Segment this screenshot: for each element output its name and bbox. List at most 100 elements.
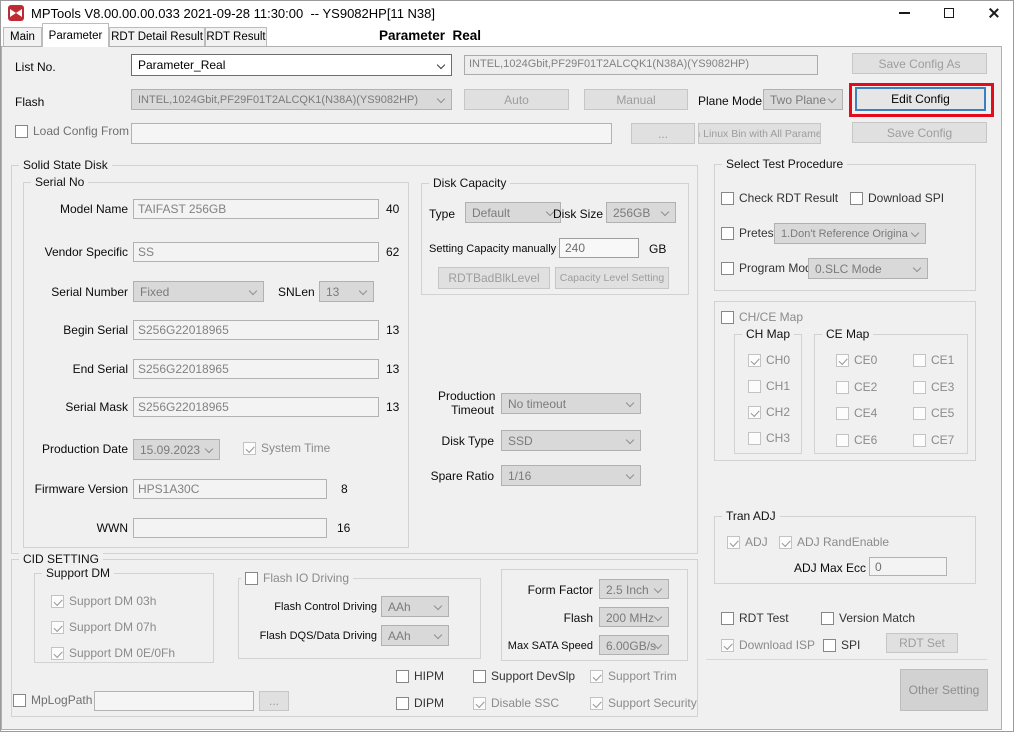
form-factor-value: 2.5 Inch	[606, 583, 649, 597]
list-no-label: List No.	[15, 60, 56, 74]
chevron-down-icon	[248, 286, 258, 296]
chevron-down-icon	[358, 286, 368, 296]
tab-rdt-result[interactable]: RDT Result	[205, 27, 267, 46]
app-logo-icon	[8, 5, 24, 21]
flash-control-driving-value: AAh	[388, 600, 411, 614]
flash-io-driving-checkbox[interactable]: Flash IO Driving	[241, 571, 354, 585]
capacity-type-value: Default	[472, 206, 511, 220]
checkbox-box	[748, 432, 761, 445]
disk-type-value: SSD	[508, 434, 533, 448]
ch0-checkbox: CH0	[748, 353, 790, 367]
capacity-level-setting-button: Capacity Level Setting	[555, 267, 669, 289]
production-date-value: 15.09.2023	[140, 443, 201, 457]
load-config-from-checkbox[interactable]: Load Config From	[15, 124, 129, 138]
begin-serial-length: 13	[386, 323, 400, 337]
maximize-button[interactable]	[933, 1, 965, 25]
setting-capacity-label: Setting Capacity manually	[429, 243, 557, 255]
flash-info-field: INTEL,1024Gbit,PF29F01T2ALCQK1(N38A)(YS9…	[464, 55, 818, 75]
ch1-checkbox: CH1	[748, 379, 790, 393]
disable-ssc-checkbox: Disable SSC	[473, 696, 559, 710]
tab-rdt-detail-result[interactable]: RDT Detail Result	[109, 27, 205, 46]
disk-size-select: 256GB	[606, 202, 676, 223]
rdt-badblklevel-button: RDTBadBlkLevel	[438, 267, 550, 289]
production-date-label: Production Date	[41, 442, 128, 456]
chevron-down-icon	[653, 612, 663, 622]
check-rdt-result-checkbox[interactable]: Check RDT Result	[721, 191, 838, 205]
serial-mask-length: 13	[386, 400, 400, 414]
capacity-unit-label: GB	[649, 242, 667, 256]
ce4-checkbox: CE4	[836, 406, 877, 420]
chevron-down-icon	[910, 228, 920, 238]
ce7-checkbox: CE7	[913, 433, 954, 447]
support-dm-07h-checkbox: Support DM 07h	[51, 620, 156, 634]
checkbox-box	[836, 407, 849, 420]
rdt-test-checkbox[interactable]: RDT Test	[721, 611, 789, 625]
spare-ratio-label: Spare Ratio	[430, 469, 494, 483]
manual-button: Manual	[584, 89, 688, 110]
mptools-window: MPTools V8.00.00.00.033 2021-09-28 11:30…	[0, 0, 1014, 732]
checkbox-box	[15, 125, 28, 138]
capacity-manual-input[interactable]: 240	[559, 238, 639, 258]
form-factor-select: 2.5 Inch	[599, 579, 669, 599]
chevron-down-icon	[912, 263, 922, 273]
disk-type-label: Disk Type	[441, 434, 494, 448]
checkbox-box	[51, 621, 64, 634]
capacity-type-label: Type	[429, 207, 456, 221]
tab-main[interactable]: Main	[3, 27, 42, 46]
support-dm-0e0fh-checkbox: Support DM 0E/0Fh	[51, 646, 175, 660]
pretest-value: 1.Don't Reference Origina	[781, 228, 908, 240]
load-config-path-field	[131, 123, 612, 144]
flash-control-driving-select: AAh	[381, 596, 449, 617]
chevron-down-icon	[827, 94, 837, 104]
linux-bin-button: n Linux Bin with All Paramet	[698, 123, 821, 144]
program-mode-value: 0.SLC Mode	[815, 262, 882, 276]
ch-ce-map-checkbox[interactable]: CH/CE Map	[721, 310, 803, 324]
flash-frequency-value: 200 MHz	[606, 611, 655, 625]
flash-frequency-select: 200 MHz	[599, 607, 669, 627]
capacity-type-select: Default	[465, 202, 561, 223]
list-no-select[interactable]: Parameter_Real	[131, 54, 452, 76]
checkbox-box	[748, 354, 761, 367]
cid-setting-caption: CID SETTING	[19, 552, 104, 566]
maximize-icon	[944, 8, 954, 18]
support-dm-caption: Support DM	[42, 566, 115, 580]
checkbox-box	[721, 639, 734, 652]
serial-mask-label: Serial Mask	[65, 400, 128, 414]
checkbox-box	[823, 639, 836, 652]
dipm-checkbox[interactable]: DIPM	[396, 696, 444, 710]
adj-max-ecc-label: ADJ Max Ecc	[794, 561, 867, 575]
pretest-select: 1.Don't Reference Origina	[774, 223, 926, 244]
hipm-checkbox[interactable]: HIPM	[396, 669, 444, 683]
mplogpath-checkbox[interactable]: MpLogPath	[13, 693, 92, 707]
checkbox-box	[721, 311, 734, 324]
chevron-down-icon	[436, 94, 446, 104]
production-timeout-value: No timeout	[508, 397, 567, 411]
tab-parameter[interactable]: Parameter	[42, 23, 109, 47]
support-devslp-checkbox[interactable]: Support DevSlp	[473, 669, 575, 683]
disk-capacity-caption: Disk Capacity	[429, 176, 511, 190]
close-button[interactable]	[978, 1, 1010, 25]
program-mode-checkbox[interactable]: Program Mode	[721, 261, 818, 275]
checkbox-box	[13, 694, 26, 707]
firmware-version-length: 8	[341, 482, 348, 496]
begin-serial-label: Begin Serial	[63, 323, 128, 337]
ch2-checkbox: CH2	[748, 405, 790, 419]
download-spi-checkbox[interactable]: Download SPI	[850, 191, 944, 205]
ce1-checkbox: CE1	[913, 353, 954, 367]
minimize-button[interactable]	[888, 1, 920, 25]
plane-mode-select: Two Plane	[763, 89, 843, 110]
flash-select: INTEL,1024Gbit,PF29F01T2ALCQK1(N38A)(YS9…	[131, 89, 452, 110]
pretest-checkbox[interactable]: Pretest	[721, 226, 777, 240]
edit-config-button[interactable]: Edit Config	[855, 87, 986, 111]
checkbox-box	[748, 406, 761, 419]
version-match-checkbox[interactable]: Version Match	[821, 611, 915, 625]
spi-checkbox[interactable]: SPI	[823, 638, 860, 652]
spare-ratio-select: 1/16	[501, 465, 641, 486]
checkbox-box	[727, 536, 740, 549]
serial-number-value: Fixed	[140, 285, 170, 299]
checkbox-box	[850, 192, 863, 205]
adj-checkbox: ADJ	[727, 535, 768, 549]
plane-mode-label: Plane Mode	[698, 94, 763, 108]
production-timeout-select: No timeout	[501, 393, 641, 414]
wwn-field	[133, 518, 327, 538]
